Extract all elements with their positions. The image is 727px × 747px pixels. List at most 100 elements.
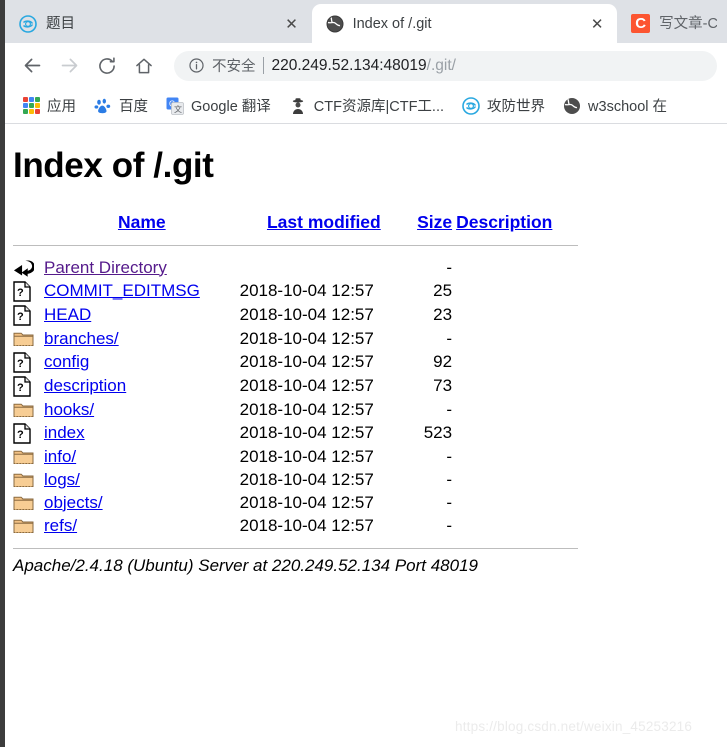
row-icon-cell: ? bbox=[13, 350, 44, 374]
header-last-modified: Last modified bbox=[240, 212, 408, 240]
reload-button[interactable] bbox=[88, 47, 125, 84]
header-size: Size bbox=[408, 212, 452, 240]
tab-题目[interactable]: 题目 ✕ bbox=[5, 4, 312, 43]
tab-strip: 题目 ✕ Index of /.git ✕ C 写文章-CSD bbox=[0, 0, 727, 43]
sort-by-date-link[interactable]: Last modified bbox=[267, 212, 381, 232]
bookmark-ctf-resources[interactable]: CTF资源库|CTF工... bbox=[280, 92, 453, 120]
row-size-cell: 23 bbox=[433, 305, 453, 324]
google-translate-icon: G 文 bbox=[166, 97, 184, 115]
back-arrow-icon bbox=[24, 58, 41, 73]
bookmark-baidu[interactable]: 百度 bbox=[85, 92, 157, 120]
row-name-cell: config bbox=[44, 350, 240, 374]
browser-chrome: 题目 ✕ Index of /.git ✕ C 写文章-CSD bbox=[0, 0, 727, 124]
back-button[interactable] bbox=[14, 47, 51, 84]
row-icon-cell bbox=[13, 327, 44, 350]
row-date-cell: 2018-10-04 12:57 bbox=[239, 281, 374, 300]
row-size-cell: - bbox=[446, 446, 453, 466]
row-size-cell: - bbox=[446, 328, 453, 348]
header-divider-row bbox=[13, 240, 578, 256]
row-description-cell bbox=[452, 303, 578, 327]
row-size-cell: - bbox=[446, 492, 453, 512]
security-indicator[interactable]: 不安全 bbox=[188, 55, 264, 76]
row-size-cell: - bbox=[446, 257, 453, 277]
bookmarks-bar: 应用 百度 G 文 bbox=[0, 88, 727, 124]
tab-close-button[interactable]: ✕ bbox=[587, 14, 607, 34]
file-link[interactable]: refs/ bbox=[44, 516, 77, 535]
page-title: Index of /.git bbox=[13, 146, 214, 185]
directory-listing-table: Name Last modified Size Description Pare… bbox=[13, 212, 578, 550]
row-description-cell bbox=[452, 279, 578, 303]
row-icon-cell bbox=[13, 514, 44, 537]
row-icon-cell bbox=[13, 468, 44, 491]
back-directory-icon bbox=[13, 260, 34, 277]
table-header-row: Name Last modified Size Description bbox=[13, 212, 578, 240]
svg-text:?: ? bbox=[17, 287, 24, 299]
table-row: refs/2018-10-04 12:57 - bbox=[13, 514, 578, 537]
file-link[interactable]: logs/ bbox=[44, 470, 80, 489]
file-link[interactable]: info/ bbox=[44, 447, 76, 466]
file-link[interactable]: hooks/ bbox=[44, 400, 94, 419]
row-date-cell: 2018-10-04 12:57 bbox=[239, 469, 374, 489]
file-link[interactable]: objects/ bbox=[44, 493, 103, 512]
row-name-cell: Parent Directory bbox=[44, 256, 240, 279]
table-row: ? description 2018-10-04 12:57 73 bbox=[13, 374, 578, 398]
sort-by-name-link[interactable]: Name bbox=[118, 212, 166, 232]
tab-index-of-git[interactable]: Index of /.git ✕ bbox=[311, 4, 618, 43]
table-row: ? index 2018-10-04 12:57 523 bbox=[13, 421, 578, 445]
row-icon-cell bbox=[13, 445, 44, 468]
file-link[interactable]: COMMIT_EDITMSG bbox=[44, 281, 200, 300]
sort-by-description-link[interactable]: Description bbox=[456, 212, 552, 232]
folder-icon bbox=[13, 496, 34, 510]
file-link[interactable]: HEAD bbox=[44, 305, 91, 324]
row-description-cell bbox=[452, 256, 578, 279]
file-link[interactable]: branches/ bbox=[44, 329, 119, 348]
bookmark-gongfang-shijie[interactable]: 攻防世界 bbox=[453, 92, 554, 120]
header-divider-cell bbox=[13, 240, 578, 256]
row-name-cell: info/ bbox=[44, 445, 240, 468]
file-link[interactable]: Parent Directory bbox=[44, 258, 167, 277]
server-signature: Apache/2.4.18 (Ubuntu) Server at 220.249… bbox=[13, 556, 478, 575]
url-path: /.git/ bbox=[426, 56, 456, 74]
home-button[interactable] bbox=[125, 47, 162, 84]
globe-icon bbox=[326, 15, 344, 33]
folder-icon bbox=[13, 450, 34, 464]
globe-icon bbox=[563, 97, 581, 115]
address-bar[interactable]: 不安全 220.249.52.134:48019/.git/ bbox=[174, 50, 717, 81]
tab-写文章-csdn[interactable]: C 写文章-CSD bbox=[617, 4, 727, 43]
file-link[interactable]: index bbox=[44, 423, 85, 442]
row-date-cell: 2018-10-04 12:57 bbox=[239, 399, 374, 419]
bookmark-w3school[interactable]: w3school 在 bbox=[554, 92, 676, 120]
footer-divider-row bbox=[13, 537, 578, 550]
bookmark-label: CTF资源库|CTF工... bbox=[313, 99, 445, 115]
forward-button[interactable] bbox=[51, 47, 88, 84]
row-size-cell: 25 bbox=[433, 281, 453, 300]
row-icon-cell: ? bbox=[13, 374, 44, 398]
omnibox-divider bbox=[262, 57, 264, 74]
bookmark-label: 应用 bbox=[47, 99, 76, 115]
tab-close-button[interactable]: ✕ bbox=[282, 14, 302, 34]
bookmark-apps[interactable]: 应用 bbox=[14, 92, 85, 120]
baidu-paw-icon bbox=[94, 97, 112, 115]
tab-title: Index of /.git bbox=[352, 15, 432, 32]
svg-text:?: ? bbox=[17, 311, 24, 323]
folder-icon bbox=[13, 473, 34, 487]
row-name-cell: index bbox=[44, 421, 240, 445]
url-text[interactable]: 220.249.52.134:48019/.git/ bbox=[272, 57, 456, 75]
row-icon-cell: ? bbox=[13, 279, 44, 303]
header-icon-cell bbox=[13, 212, 44, 240]
row-size-cell: 523 bbox=[423, 423, 453, 442]
row-description-cell bbox=[452, 421, 578, 445]
row-date-cell bbox=[240, 256, 408, 279]
row-size-cell: - bbox=[446, 399, 453, 419]
sort-by-size-link[interactable]: Size bbox=[417, 212, 452, 232]
row-name-cell: COMMIT_EDITMSG bbox=[44, 279, 240, 303]
row-icon-cell: ? bbox=[13, 421, 44, 445]
page-content: Index of /.git Name Last modified Size D… bbox=[5, 124, 727, 747]
bookmark-google-translate[interactable]: G 文 Google 翻译 bbox=[157, 92, 280, 120]
svg-text:?: ? bbox=[17, 382, 24, 394]
file-link[interactable]: config bbox=[44, 352, 89, 371]
directory-listing-body: Parent Directory -? COMMIT_EDITMSG 2018-10-… bbox=[13, 256, 578, 537]
browser-toolbar: 不安全 220.249.52.134:48019/.git/ bbox=[0, 43, 727, 88]
file-link[interactable]: description bbox=[44, 376, 126, 395]
row-name-cell: refs/ bbox=[44, 514, 240, 537]
